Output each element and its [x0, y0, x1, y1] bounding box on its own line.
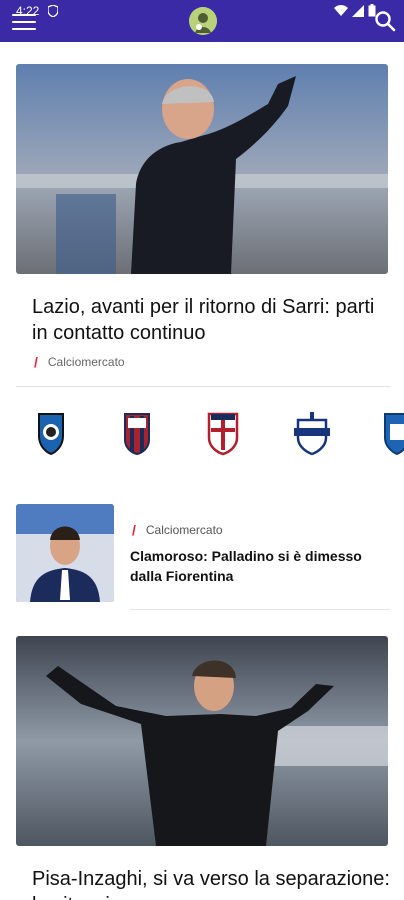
- team-logo-atalanta[interactable]: [36, 410, 72, 458]
- wifi-icon: [334, 4, 348, 16]
- article-image-2[interactable]: [16, 504, 114, 602]
- article-category-2[interactable]: / Calciomercato: [132, 522, 223, 538]
- team-logos-strip: [0, 410, 404, 470]
- article-title-1[interactable]: Lazio, avanti per il ritorno di Sarri: p…: [16, 294, 390, 346]
- article-image-3[interactable]: [16, 636, 388, 846]
- article-title-3[interactable]: Pisa-Inzaghi, si va verso la separazione…: [16, 866, 390, 900]
- category-label-1[interactable]: Calciomercato: [48, 355, 125, 369]
- article-card-3[interactable]: Pisa-Inzaghi, si va verso la separazione…: [16, 636, 390, 900]
- divider: [130, 609, 390, 610]
- search-icon[interactable]: [374, 10, 396, 32]
- article-card-1[interactable]: Lazio, avanti per il ritorno di Sarri: p…: [16, 64, 390, 387]
- category-label-2[interactable]: Calciomercato: [146, 523, 223, 537]
- team-logo-como[interactable]: [292, 410, 330, 458]
- article-category-1[interactable]: / Calciomercato: [16, 354, 390, 370]
- article-card-2[interactable]: / Calciomercato Clamoroso: Palladino si …: [16, 504, 390, 604]
- status-icons: [334, 4, 376, 17]
- signal-icon: [352, 4, 364, 17]
- divider: [16, 386, 390, 387]
- category-slash-icon: /: [34, 354, 38, 370]
- top-app-bar: 4:22: [0, 0, 404, 42]
- team-logo-cagliari[interactable]: [206, 410, 242, 458]
- shield-icon: [48, 5, 58, 17]
- article-title-2[interactable]: Clamoroso: Palladino si è dimesso dalla …: [130, 546, 370, 586]
- team-logo-bologna[interactable]: [122, 410, 158, 458]
- team-logo-empoli[interactable]: [382, 410, 404, 458]
- article-image-1[interactable]: [16, 64, 388, 274]
- hamburger-icon[interactable]: [12, 14, 36, 32]
- site-logo[interactable]: [189, 7, 217, 35]
- category-slash-icon: /: [132, 522, 136, 538]
- app-screen: 4:22 Lazio, avanti per il ritorno di Sar…: [0, 0, 404, 900]
